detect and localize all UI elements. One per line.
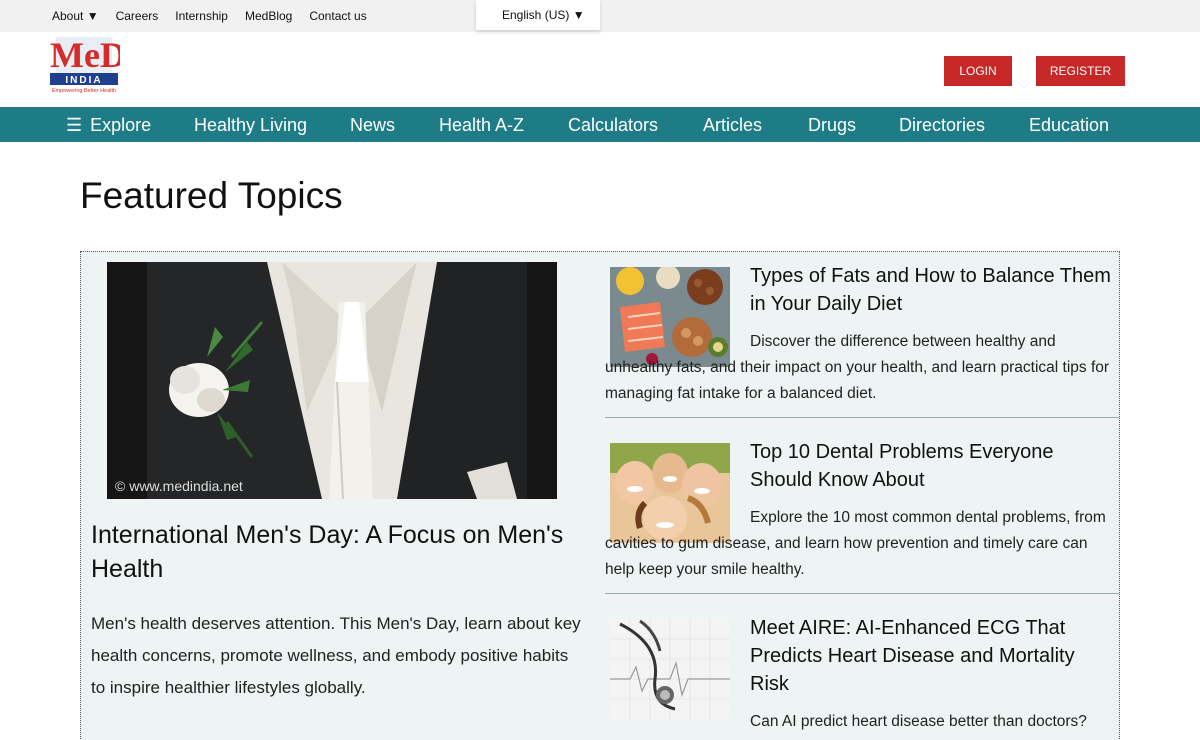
featured-description: Men's health deserves attention. This Me… [91, 614, 581, 697]
medindia-logo[interactable]: MeD INDIA Empowering Better Health [48, 35, 120, 95]
logo-text-small: INDIA [65, 75, 102, 86]
image-watermark: © www.medindia.net [115, 478, 243, 494]
language-selector[interactable]: English (US) ▼ [476, 0, 600, 30]
stethoscope-ecg-image [610, 619, 730, 719]
hamburger-menu-icon: ☰ [66, 115, 83, 135]
article-thumbnail-ecg[interactable] [610, 619, 730, 719]
main-nav: ☰ Explore Healthy Living News Health A-Z … [0, 107, 1200, 142]
top-link-about[interactable]: About ▼ [52, 9, 99, 23]
article-description: Can AI predict heart disease better than… [750, 713, 1087, 730]
nav-news[interactable]: News [350, 115, 395, 136]
nav-health-a-z[interactable]: Health A-Z [439, 115, 524, 136]
login-button[interactable]: LOGIN [944, 56, 1012, 86]
article-divider [605, 417, 1119, 418]
article-card[interactable]: Types of Fats and How to Balance Them in… [605, 252, 1119, 417]
top-link-medblog[interactable]: MedBlog [245, 9, 292, 23]
top-link-contact[interactable]: Contact us [309, 9, 366, 23]
nav-articles[interactable]: Articles [703, 115, 762, 136]
article-card[interactable]: Meet AIRE: AI-Enhanced ECG That Predicts… [605, 604, 1119, 740]
page-title: Featured Topics [80, 175, 343, 216]
nav-healthy-living[interactable]: Healthy Living [194, 115, 307, 136]
logo-text-big: MeD [50, 35, 120, 75]
suit-illustration [107, 262, 557, 499]
top-links: About ▼ Careers Internship MedBlog Conta… [52, 9, 367, 23]
top-link-internship[interactable]: Internship [175, 9, 228, 23]
featured-image[interactable]: © www.medindia.net [107, 262, 557, 499]
article-divider [605, 593, 1119, 594]
nav-explore[interactable]: ☰ Explore [66, 115, 151, 136]
article-description: Explore the 10 most common dental proble… [605, 509, 1106, 578]
register-button[interactable]: REGISTER [1036, 56, 1125, 86]
top-link-careers[interactable]: Careers [116, 9, 159, 23]
nav-directories[interactable]: Directories [899, 115, 985, 136]
nav-explore-label: Explore [90, 115, 152, 135]
logo-tagline: Empowering Better Health [52, 88, 116, 94]
article-card[interactable]: Top 10 Dental Problems Everyone Should K… [605, 428, 1119, 593]
nav-drugs[interactable]: Drugs [808, 115, 856, 136]
article-title[interactable]: Meet AIRE: AI-Enhanced ECG That Predicts… [750, 614, 1115, 698]
nav-calculators[interactable]: Calculators [568, 115, 658, 136]
nav-education[interactable]: Education [1029, 115, 1109, 136]
featured-title[interactable]: International Men's Day: A Focus on Men'… [91, 518, 591, 586]
article-description: Discover the difference between healthy … [605, 333, 1110, 402]
article-title[interactable]: Top 10 Dental Problems Everyone Should K… [750, 438, 1115, 494]
article-title[interactable]: Types of Fats and How to Balance Them in… [750, 262, 1115, 318]
top-utility-bar: About ▼ Careers Internship MedBlog Conta… [0, 0, 1200, 32]
